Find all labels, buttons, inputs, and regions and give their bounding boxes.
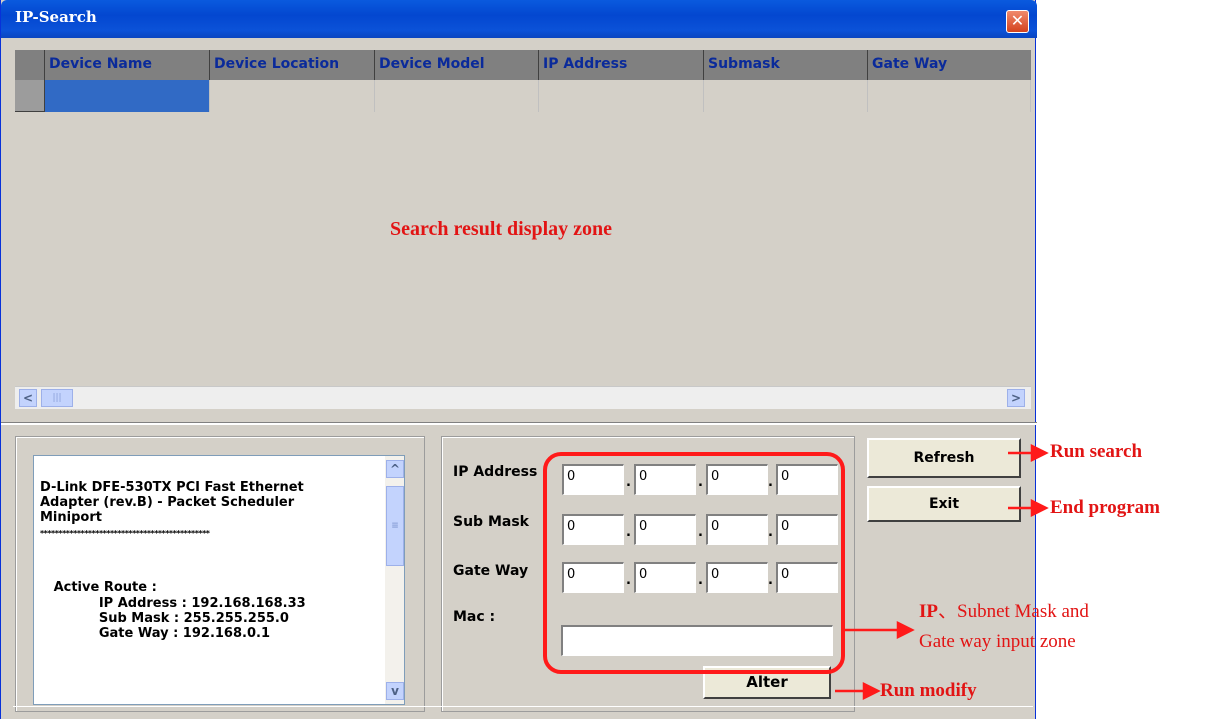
run-search-annotation: Run search — [1050, 441, 1143, 462]
arrow-head-icon — [1030, 498, 1049, 518]
arrow-head-icon — [896, 620, 915, 640]
end-program-annotation: End program — [1050, 497, 1160, 518]
input-zone-annotation-line1: IP、Subnet Mask and — [919, 596, 1089, 623]
arrow-head-icon — [1030, 443, 1049, 463]
arrow-head-icon — [862, 681, 881, 701]
input-zone-annotation-rest: 、Subnet Mask and — [938, 601, 1089, 622]
run-modify-annotation: Run modify — [880, 680, 977, 701]
input-zone-annotation-line2: Gate way input zone — [919, 631, 1076, 652]
input-zone-annotation-ip: IP — [919, 601, 938, 622]
